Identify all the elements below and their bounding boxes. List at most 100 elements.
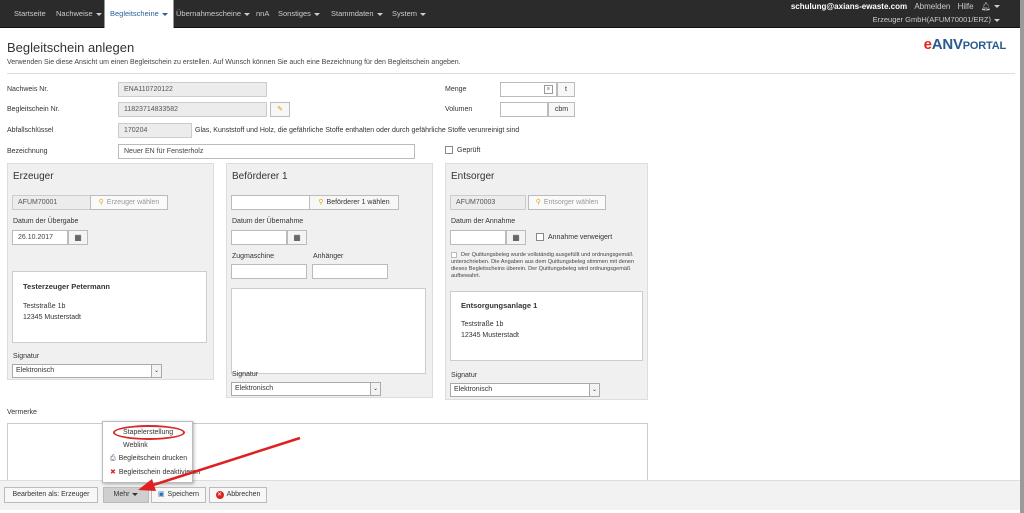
nav-sonstiges[interactable]: Sonstiges <box>278 0 320 28</box>
mehr-button[interactable]: Mehr <box>103 487 149 503</box>
menu-item-deaktivieren[interactable]: ✖ Begleitschein deaktivieren <box>110 468 200 476</box>
cancel-button[interactable]: ✕ Abbrechen <box>209 487 267 503</box>
chevron-down-icon: ⌄ <box>151 365 161 377</box>
befoerderer-title: Beförderer 1 <box>232 171 288 182</box>
verweigert-checkbox[interactable] <box>536 233 544 241</box>
erzeuger-choose-button[interactable]: ⚲ Erzeuger wählen <box>90 195 168 210</box>
abfall-field: 170204 <box>118 123 192 138</box>
uebernahme-date-input[interactable] <box>231 230 287 245</box>
befoerderer-signatur-label: Signatur <box>232 371 259 378</box>
nav-begleitscheine[interactable]: Begleitscheine <box>104 0 174 28</box>
user-bar: schulung@axians-ewaste.com Abmelden Hilf… <box>791 2 1000 11</box>
entsorger-panel: Entsorger AFUM70003 ⚲ Entsorger wählen Da… <box>445 163 648 400</box>
volumen-input[interactable] <box>500 102 548 117</box>
menu-label: Begleitschein drucken <box>118 455 188 462</box>
verweigert-label: Annahme verweigert <box>548 234 613 241</box>
uebergabe-date-label: Datum der Übergabe <box>13 218 79 225</box>
erzeuger-signatur-select[interactable]: Elektronisch ⌄ <box>12 364 162 378</box>
chevron-down-icon: ⌄ <box>589 384 599 396</box>
nav-label: Stammdaten <box>331 9 374 18</box>
nav-nna[interactable]: nnA <box>256 0 269 28</box>
pencil-icon[interactable]: ✎ <box>270 102 290 117</box>
chevron-down-icon: ⌄ <box>370 383 380 395</box>
button-label: Erzeuger wählen <box>106 199 160 206</box>
entsorger-street: Teststraße 1b <box>461 321 504 328</box>
menge-label: Menge <box>445 86 467 93</box>
nav-label: Übernahmescheine <box>176 9 242 18</box>
abfall-description: Glas, Kunststoff und Holz, die gefährlic… <box>195 127 520 134</box>
nav-nachweise[interactable]: Nachweise <box>56 0 102 28</box>
begleitschein-field: 11823714833582 <box>118 102 267 117</box>
bearbeiten-als-button[interactable]: Bearbeiten als: Erzeuger <box>4 487 98 503</box>
uebergabe-date-input[interactable]: 26.10.2017 <box>12 230 68 245</box>
zugmaschine-input[interactable] <box>231 264 307 279</box>
geprueft-checkbox[interactable] <box>445 146 453 154</box>
nav-uebernahmescheine[interactable]: Übernahmescheine <box>176 0 251 28</box>
anhaenger-label: Anhänger <box>313 253 344 260</box>
nav-label: Sonstiges <box>278 9 311 18</box>
nav-label: Begleitscheine <box>110 9 159 18</box>
begleitschein-label: Begleitschein Nr. <box>7 106 60 113</box>
entsorger-title: Entsorger <box>451 171 495 182</box>
entsorger-signatur-select[interactable]: Elektronisch ⌄ <box>450 383 600 397</box>
search-icon: ⚲ <box>535 199 541 206</box>
caret-down-icon <box>244 12 251 16</box>
calendar-icon[interactable]: ▦ <box>68 230 88 245</box>
annahme-date-input[interactable] <box>450 230 506 245</box>
caret-down-icon <box>994 18 1000 22</box>
logo-e: e <box>923 36 932 53</box>
calculator-icon[interactable]: ≡ <box>544 85 553 94</box>
nav-startseite[interactable]: Startseite <box>14 0 46 28</box>
menu-item-weblink[interactable]: Weblink <box>123 442 148 449</box>
befoerderer-choose-button[interactable]: ⚲ Beförderer 1 wählen <box>309 195 399 210</box>
bell-icon[interactable]: 🔔︎ <box>981 2 1000 11</box>
entsorger-choose-button[interactable]: ⚲ Entsorger wählen <box>528 195 606 210</box>
menge-unit: t <box>557 82 575 97</box>
logo-portal: PORTAL <box>962 40 1006 52</box>
user-email[interactable]: schulung@axians-ewaste.com <box>791 2 907 11</box>
printer-icon: ⎙ <box>110 455 116 462</box>
floppy-disk-icon: ▣ <box>157 491 165 498</box>
entsorger-address-card: Entsorgungsanlage 1 Teststraße 1b 12345 … <box>450 291 643 361</box>
nav-label: System <box>392 9 418 18</box>
caret-down-icon <box>420 12 427 16</box>
company-selector[interactable]: Erzeuger GmbH(AFUM70001/ERZ) <box>873 15 1000 24</box>
select-value: Elektronisch <box>235 385 274 392</box>
befoerderer-address-card <box>231 288 426 374</box>
uebernahme-date-label: Datum der Übernahme <box>232 218 304 225</box>
highlight-ellipse <box>113 425 185 440</box>
annahme-date-label: Datum der Annahme <box>451 218 516 225</box>
nav-stammdaten[interactable]: Stammdaten <box>331 0 383 28</box>
befoerderer-signatur-select[interactable]: Elektronisch ⌄ <box>231 382 381 396</box>
bezeichnung-input[interactable]: Neuer EN für Fensterholz <box>118 144 415 159</box>
help-link[interactable]: Hilfe <box>958 2 974 11</box>
menge-input[interactable]: ≡ <box>500 82 557 97</box>
entsorger-city: 12345 Musterstadt <box>461 332 519 339</box>
anhaenger-input[interactable] <box>312 264 388 279</box>
befoerderer-id-input[interactable] <box>231 195 311 210</box>
select-value: Elektronisch <box>16 367 55 374</box>
logout-link[interactable]: Abmelden <box>914 2 950 11</box>
caret-down-icon <box>376 12 383 16</box>
nav-label: Nachweise <box>56 9 93 18</box>
logo-anv: ANV <box>931 36 963 53</box>
select-value: Elektronisch <box>454 386 493 393</box>
volumen-label: Volumen <box>445 106 473 113</box>
save-button[interactable]: ▣ Speichern <box>151 487 206 503</box>
bezeichnung-label: Bezeichnung <box>7 148 48 155</box>
menu-item-drucken[interactable]: ⎙ Begleitschein drucken <box>110 455 187 463</box>
calendar-icon[interactable]: ▦ <box>287 230 307 245</box>
nav-system[interactable]: System <box>392 0 427 28</box>
button-label: Mehr <box>113 491 130 498</box>
mehr-dropdown-menu: Stapelerstellung Weblink ⎙ Begleitschein … <box>102 421 200 483</box>
erzeuger-id-field: AFUM70001 <box>12 195 92 210</box>
cancel-icon: ✕ <box>215 491 224 499</box>
button-label: Entsorger wählen <box>543 199 599 206</box>
calendar-icon[interactable]: ▦ <box>506 230 526 245</box>
nachweis-label: Nachweis Nr. <box>7 86 49 93</box>
window-border <box>1020 0 1024 513</box>
close-icon: ✖ <box>110 469 116 476</box>
geprueft-label: Geprüft <box>457 147 481 154</box>
page-description: Verwenden Sie diese Ansicht um einen Beg… <box>7 59 461 66</box>
company-label: Erzeuger GmbH(AFUM70001/ERZ) <box>872 15 991 24</box>
